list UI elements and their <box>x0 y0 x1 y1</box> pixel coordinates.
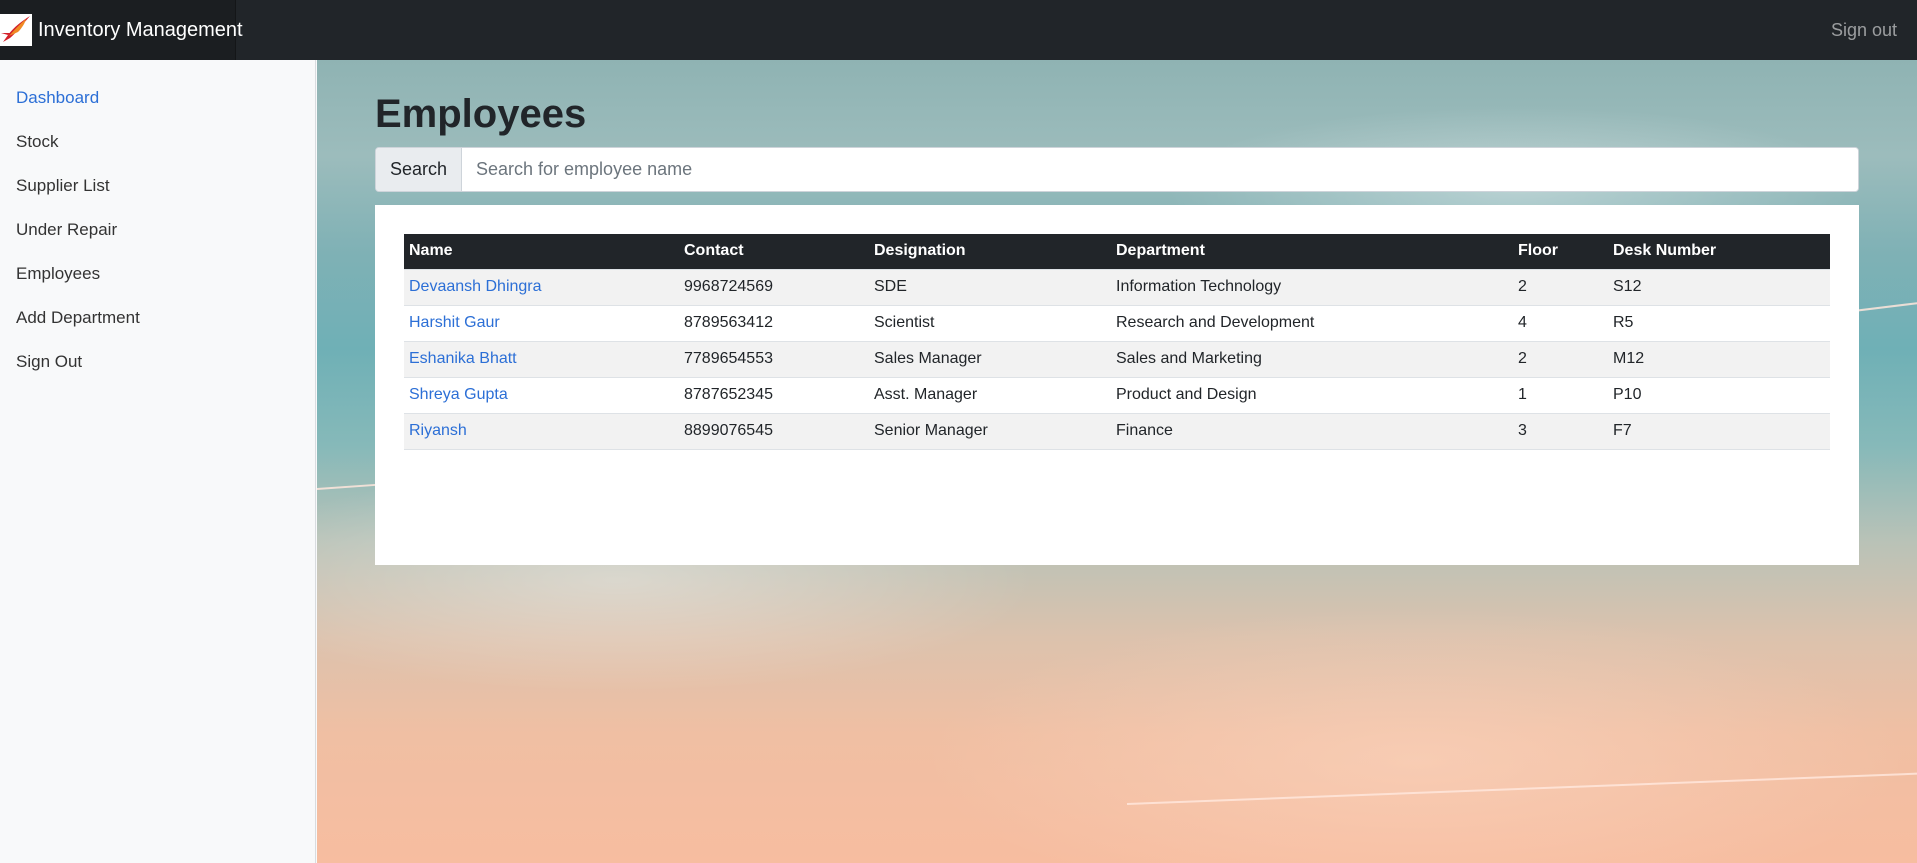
sidebar-item-dashboard[interactable]: Dashboard <box>0 76 315 120</box>
employee-contact: 8899076545 <box>679 412 869 450</box>
table-row: Riyansh 8899076545 Senior Manager Financ… <box>404 412 1830 450</box>
column-header-floor[interactable]: Floor <box>1513 234 1608 269</box>
sidebar-item-supplier-list[interactable]: Supplier List <box>0 164 315 208</box>
employee-floor: 3 <box>1513 412 1608 450</box>
search-label: Search <box>376 148 462 191</box>
employee-name-link[interactable]: Eshanika Bhatt <box>409 350 517 367</box>
table-row: Harshit Gaur 8789563412 Scientist Resear… <box>404 304 1830 341</box>
employees-table: Name Contact Designation Department Floo… <box>404 234 1830 450</box>
sidebar-item-sign-out[interactable]: Sign Out <box>0 340 315 384</box>
employee-floor: 4 <box>1513 304 1608 341</box>
signout-link[interactable]: Sign out <box>1831 0 1897 60</box>
employee-name-link[interactable]: Devaansh Dhingra <box>409 278 542 295</box>
sky-contrail <box>1126 772 1917 805</box>
employee-floor: 1 <box>1513 376 1608 413</box>
sky-contrail <box>317 483 377 490</box>
sidebar: Dashboard Stock Supplier List Under Repa… <box>0 60 316 863</box>
employee-name-link[interactable]: Riyansh <box>409 422 467 439</box>
employee-contact: 7789654553 <box>679 340 869 377</box>
search-input[interactable] <box>462 148 1858 191</box>
employee-desk-number: S12 <box>1608 268 1830 305</box>
column-header-contact[interactable]: Contact <box>679 234 869 269</box>
sidebar-item-add-department[interactable]: Add Department <box>0 296 315 340</box>
employee-designation: Asst. Manager <box>869 376 1111 413</box>
employee-floor: 2 <box>1513 268 1608 305</box>
table-row: Eshanika Bhatt 7789654553 Sales Manager … <box>404 340 1830 377</box>
sidebar-item-employees[interactable]: Employees <box>0 252 315 296</box>
employees-table-card: Name Contact Designation Department Floo… <box>375 205 1859 565</box>
employee-desk-number: F7 <box>1608 412 1830 450</box>
column-header-department[interactable]: Department <box>1111 234 1513 269</box>
employee-designation: Senior Manager <box>869 412 1111 450</box>
sidebar-item-under-repair[interactable]: Under Repair <box>0 208 315 252</box>
employee-desk-number: P10 <box>1608 376 1830 413</box>
employee-department: Research and Development <box>1111 304 1513 341</box>
sidebar-menu: Dashboard Stock Supplier List Under Repa… <box>0 60 315 384</box>
column-header-name[interactable]: Name <box>404 234 679 269</box>
employee-contact: 8789563412 <box>679 304 869 341</box>
brand-title: Inventory Management <box>38 18 243 41</box>
employee-desk-number: R5 <box>1608 304 1830 341</box>
airline-bird-logo-icon <box>0 14 32 46</box>
employee-department: Product and Design <box>1111 376 1513 413</box>
employee-department: Information Technology <box>1111 268 1513 305</box>
table-header-row: Name Contact Designation Department Floo… <box>404 234 1830 269</box>
page-title: Employees <box>375 92 587 136</box>
employee-desk-number: M12 <box>1608 340 1830 377</box>
sidebar-item-stock[interactable]: Stock <box>0 120 315 164</box>
main-content: Employees Search Name Contact Designatio… <box>317 60 1917 863</box>
employee-department: Finance <box>1111 412 1513 450</box>
employee-contact: 9968724569 <box>679 268 869 305</box>
navbar-brand[interactable]: Inventory Management <box>0 0 243 60</box>
table-row: Shreya Gupta 8787652345 Asst. Manager Pr… <box>404 376 1830 413</box>
employee-floor: 2 <box>1513 340 1608 377</box>
top-navbar: Inventory Management Sign out <box>0 0 1917 60</box>
table-row: Devaansh Dhingra 9968724569 SDE Informat… <box>404 268 1830 305</box>
search-group: Search <box>375 147 1859 192</box>
employee-designation: Scientist <box>869 304 1111 341</box>
employee-name-link[interactable]: Harshit Gaur <box>409 314 500 331</box>
column-header-designation[interactable]: Designation <box>869 234 1111 269</box>
employee-name-link[interactable]: Shreya Gupta <box>409 386 508 403</box>
employee-contact: 8787652345 <box>679 376 869 413</box>
employee-designation: SDE <box>869 268 1111 305</box>
employee-department: Sales and Marketing <box>1111 340 1513 377</box>
employee-designation: Sales Manager <box>869 340 1111 377</box>
column-header-desk-number[interactable]: Desk Number <box>1608 234 1830 269</box>
